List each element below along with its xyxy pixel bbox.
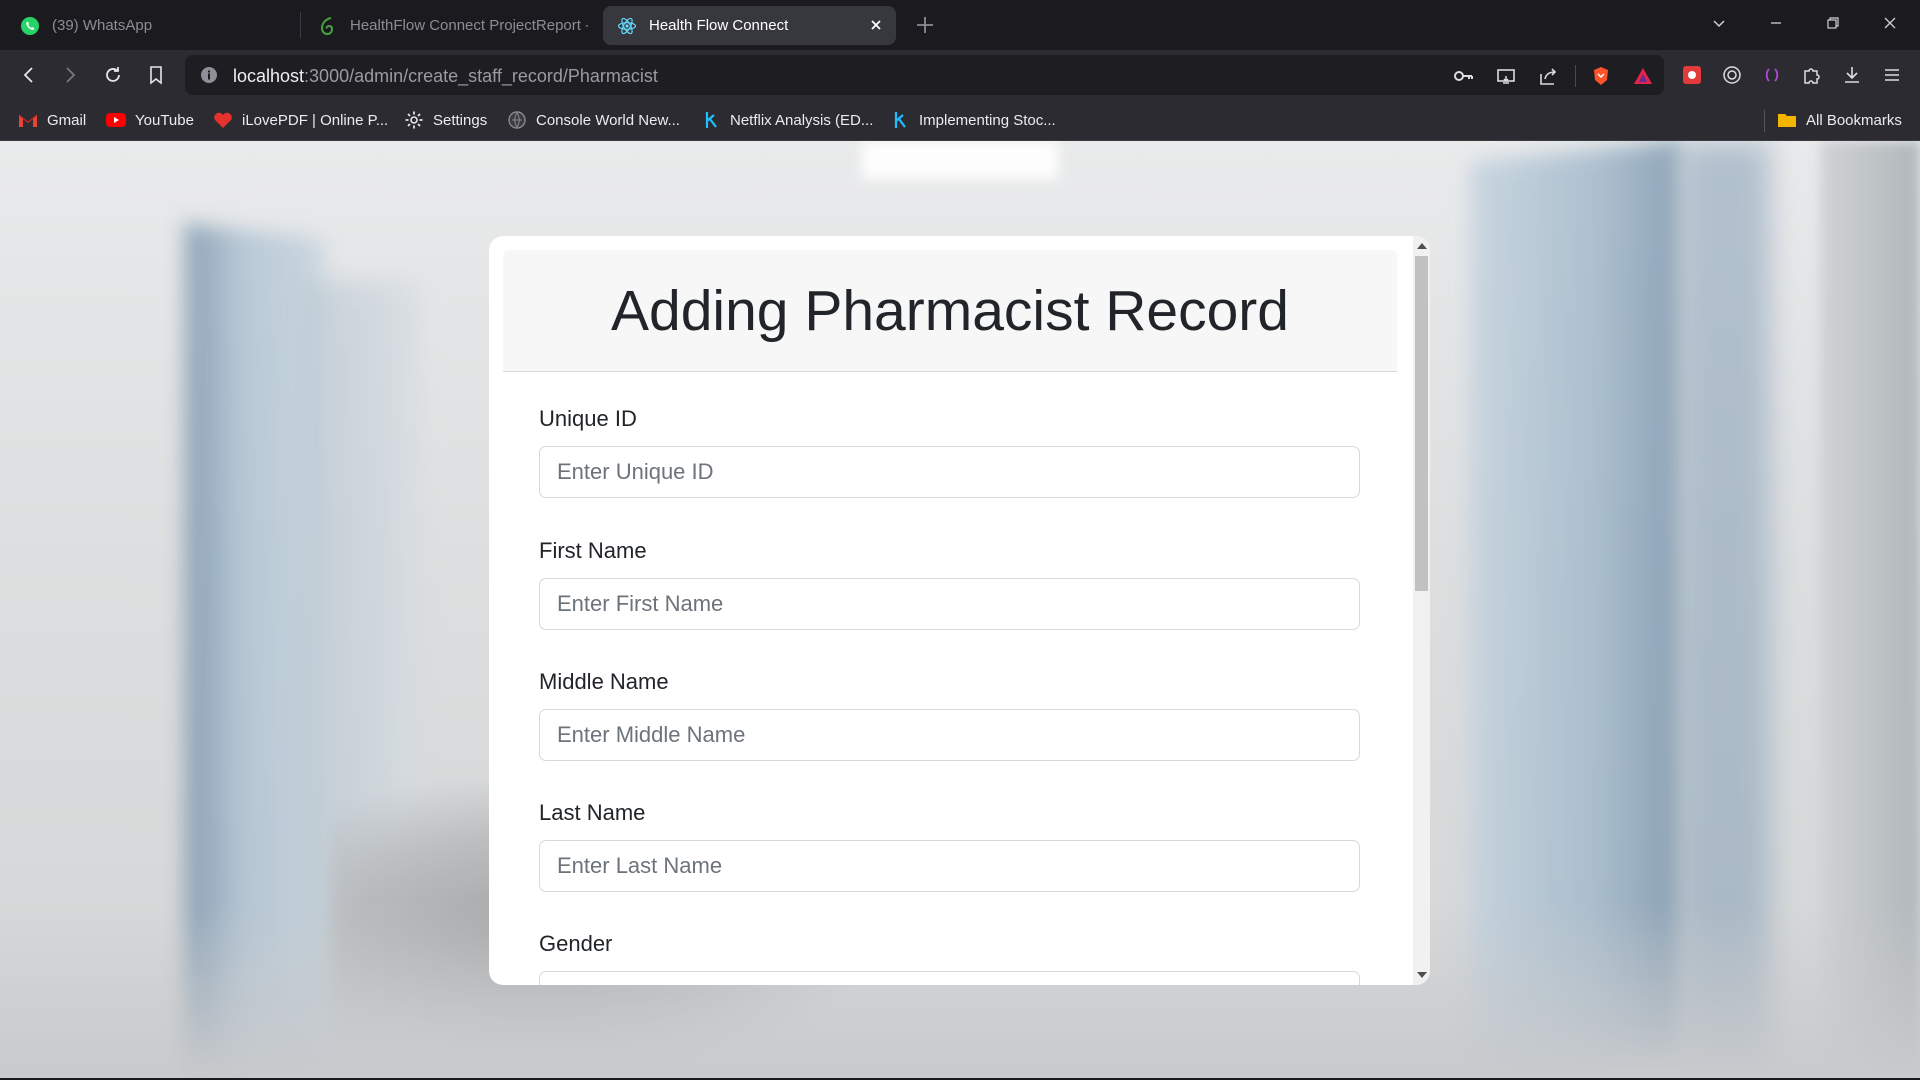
bookmark-ilovepdf[interactable]: iLovePDF | Online P...: [213, 107, 388, 133]
omnibox-divider: [1575, 65, 1576, 87]
scroll-up-arrow-icon[interactable]: [1417, 243, 1427, 249]
scroll-down-arrow-icon[interactable]: [1417, 972, 1427, 978]
bookmark-implementing-stoc[interactable]: Implementing Stoc...: [890, 107, 1056, 133]
gender-label: Gender: [539, 931, 613, 956]
tab-separator: [300, 12, 301, 38]
extension-red-icon[interactable]: [1679, 62, 1705, 88]
forward-icon[interactable]: [57, 62, 83, 88]
restore-icon[interactable]: [1813, 8, 1853, 38]
browser-tab-strip: (39) WhatsApp HealthFlow Connect Project…: [0, 0, 1920, 50]
menu-icon[interactable]: [1879, 62, 1905, 88]
last-name-label: Last Name: [539, 800, 646, 825]
bookmark-console-world[interactable]: Console World New...: [507, 107, 680, 133]
scrollbar-thumb[interactable]: [1415, 256, 1428, 591]
site-info-icon[interactable]: [199, 65, 219, 85]
tab-health-flow-connect[interactable]: Health Flow Connect: [603, 6, 896, 45]
extensions-puzzle-icon[interactable]: [1799, 62, 1825, 88]
folder-icon: [1777, 110, 1797, 130]
unique-id-label: Unique ID: [539, 406, 637, 431]
minimize-icon[interactable]: [1756, 8, 1796, 38]
cast-icon[interactable]: [1493, 63, 1519, 89]
browser-toolbar: localhost:3000/admin/create_staff_record…: [0, 50, 1920, 100]
middle-name-label: Middle Name: [539, 669, 669, 694]
overleaf-icon: [318, 16, 338, 36]
kaggle-icon: [701, 110, 721, 130]
back-icon[interactable]: [16, 62, 42, 88]
console-world-icon: [507, 110, 527, 130]
bookmark-gmail[interactable]: Gmail: [18, 107, 86, 133]
brave-shields-icon[interactable]: [1588, 63, 1614, 89]
tab-project-report[interactable]: HealthFlow Connect ProjectReport -: [304, 6, 588, 45]
bookmarks-divider: [1764, 110, 1765, 132]
gmail-icon: [18, 110, 38, 130]
form-header: Adding Pharmacist Record: [503, 250, 1397, 372]
background-ceiling-light: [862, 141, 1058, 179]
tab-title: HealthFlow Connect ProjectReport -: [350, 17, 588, 34]
first-name-input[interactable]: [539, 578, 1360, 630]
bookmark-icon[interactable]: [143, 62, 169, 88]
tab-whatsapp[interactable]: (39) WhatsApp: [6, 6, 296, 45]
pharmacist-form-card: Adding Pharmacist Record Unique ID First…: [489, 236, 1430, 985]
bookmark-youtube[interactable]: YouTube: [106, 107, 194, 133]
download-icon[interactable]: [1839, 62, 1865, 88]
unique-id-input[interactable]: [539, 446, 1360, 498]
brave-rewards-icon[interactable]: [1630, 63, 1656, 89]
kaggle-icon: [890, 110, 910, 130]
form-scrollbar[interactable]: [1413, 236, 1430, 985]
react-icon: [617, 16, 637, 36]
new-tab-icon[interactable]: [912, 12, 938, 38]
close-tab-icon[interactable]: [868, 17, 884, 33]
extension-brackets-icon[interactable]: [1759, 62, 1785, 88]
tab-title: Health Flow Connect: [649, 17, 789, 34]
bookmarks-bar: Gmail YouTube iLovePDF | Online P... Set…: [0, 100, 1920, 141]
key-icon[interactable]: [1450, 63, 1476, 89]
bookmark-settings[interactable]: Settings: [404, 107, 487, 133]
middle-name-input[interactable]: [539, 709, 1360, 761]
reload-icon[interactable]: [100, 62, 126, 88]
ilovepdf-icon: [213, 110, 233, 130]
tab-search-chevron-icon[interactable]: [1699, 8, 1739, 38]
last-name-input[interactable]: [539, 840, 1360, 892]
youtube-icon: [106, 110, 126, 130]
all-bookmarks-button[interactable]: All Bookmarks: [1777, 107, 1902, 133]
share-icon[interactable]: [1535, 63, 1561, 89]
page-viewport: Adding Pharmacist Record Unique ID First…: [0, 141, 1920, 1078]
bookmark-netflix-analysis[interactable]: Netflix Analysis (ED...: [701, 107, 873, 133]
form-scroll-area[interactable]: Adding Pharmacist Record Unique ID First…: [489, 236, 1413, 985]
address-bar[interactable]: localhost:3000/admin/create_staff_record…: [185, 55, 1664, 95]
whatsapp-icon: [20, 16, 40, 36]
tab-title: (39) WhatsApp: [52, 17, 153, 34]
close-window-icon[interactable]: [1870, 8, 1910, 38]
gender-select[interactable]: [539, 971, 1360, 985]
gear-icon: [404, 110, 424, 130]
first-name-label: First Name: [539, 538, 647, 563]
url-text: localhost:3000/admin/create_staff_record…: [233, 66, 658, 86]
extension-target-icon[interactable]: [1719, 62, 1745, 88]
page-title: Adding Pharmacist Record: [611, 279, 1289, 343]
